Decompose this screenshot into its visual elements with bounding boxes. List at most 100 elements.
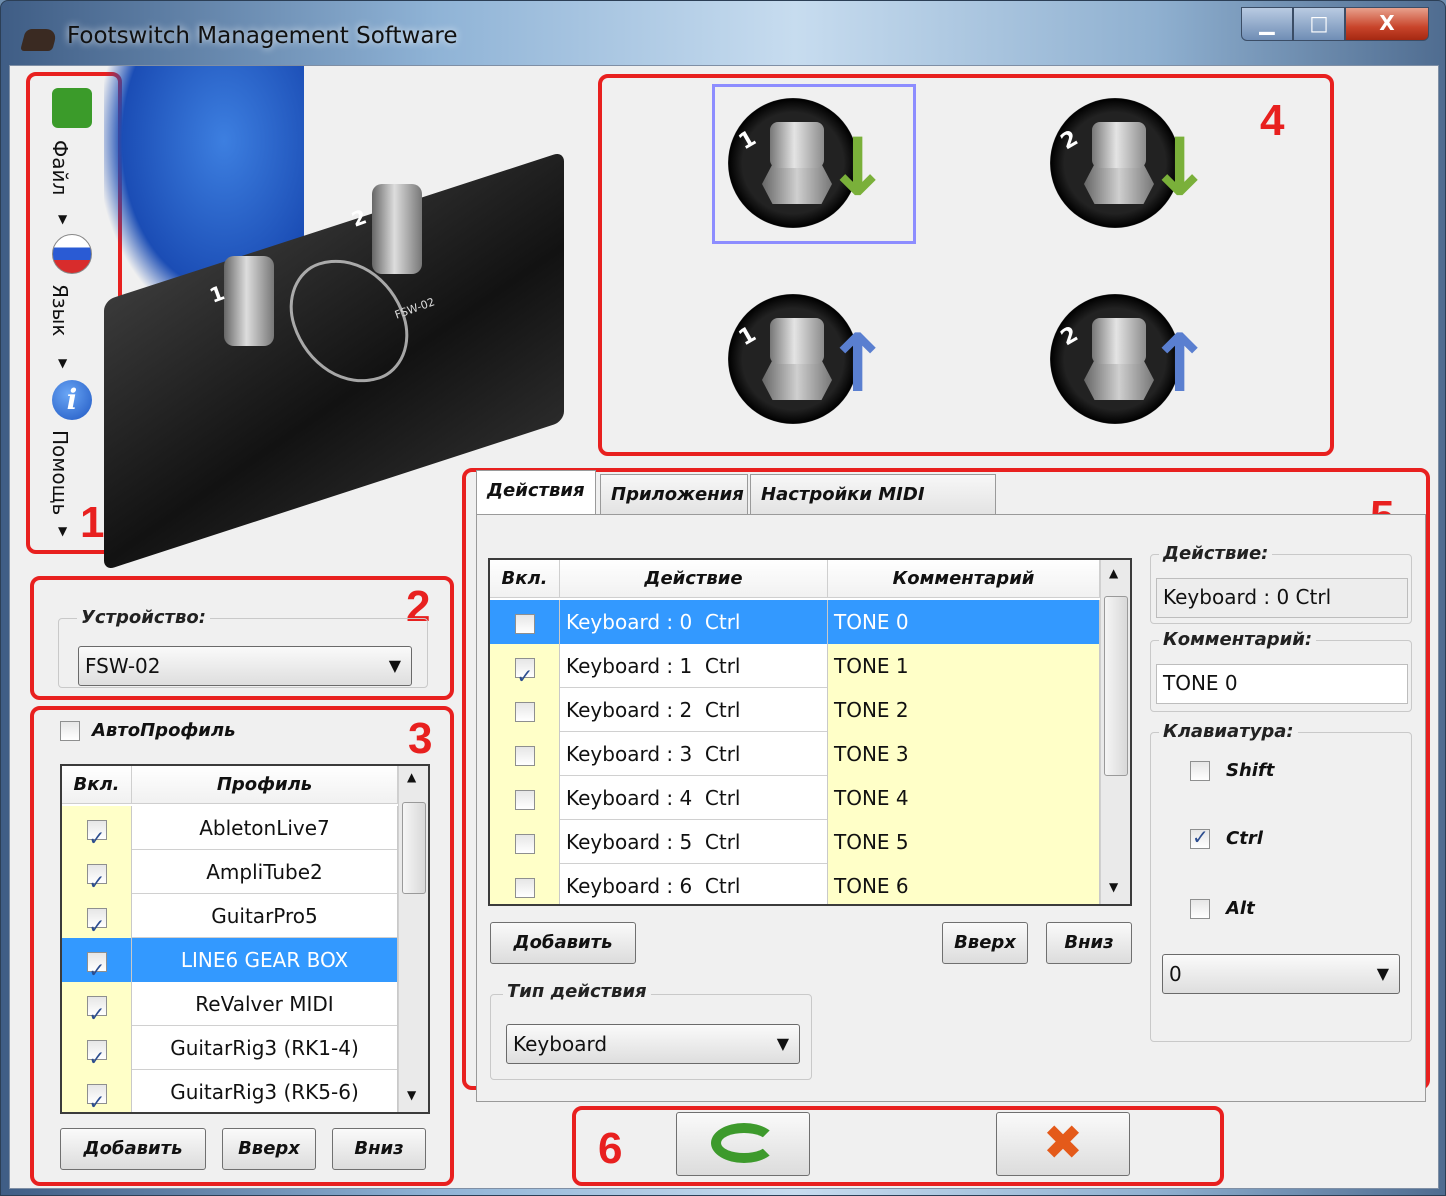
- scroll-down-icon[interactable]: ▼: [1109, 880, 1118, 894]
- profiles-down-button[interactable]: Вниз: [332, 1128, 426, 1170]
- pedal-cap: [770, 122, 824, 168]
- profile-enabled-checkbox[interactable]: [86, 1080, 107, 1112]
- maximize-button[interactable]: □: [1293, 7, 1345, 41]
- apply-arrow-icon: [711, 1123, 777, 1163]
- tab-applications[interactable]: Приложения: [600, 474, 748, 514]
- action-enabled-checkbox[interactable]: [514, 833, 535, 854]
- profiles-up-button[interactable]: Вверх: [222, 1128, 316, 1170]
- actions-scrollbar[interactable]: ▲ ▼: [1100, 560, 1130, 904]
- action-enabled-checkbox[interactable]: [514, 745, 535, 766]
- table-row[interactable]: Keyboard : 0 Ctrl TONE 0: [490, 600, 1100, 644]
- annotation-box-4: [598, 74, 1334, 456]
- close-button[interactable]: X: [1345, 7, 1429, 41]
- autoprofile-checkbox[interactable]: [60, 720, 80, 741]
- action-name-cell: Keyboard : 2 Ctrl: [560, 688, 828, 732]
- switch-1: [224, 256, 274, 346]
- pedal-nut: [1084, 164, 1154, 204]
- key-select[interactable]: 0 ▼: [1162, 954, 1400, 994]
- profile-enabled-checkbox[interactable]: [86, 904, 107, 938]
- table-row[interactable]: GuitarPro5: [62, 894, 398, 938]
- action-enabled-cell: [490, 600, 560, 644]
- arrow-up-icon: ↑: [1146, 317, 1214, 410]
- chevron-down-icon: ▼: [776, 1034, 789, 1053]
- tab-actions[interactable]: Действия: [476, 470, 596, 514]
- chevron-down-icon: ▼: [388, 656, 401, 675]
- profiles-scrollbar[interactable]: ▲ ▼: [398, 766, 428, 1112]
- table-row[interactable]: Keyboard : 4 Ctrl TONE 4: [490, 776, 1100, 820]
- actions-up-button[interactable]: Вверх: [942, 922, 1028, 964]
- ctrl-label: Ctrl: [1226, 828, 1263, 849]
- arrow-up-icon: ↑: [824, 317, 892, 410]
- key-select-value: 0: [1169, 962, 1182, 986]
- action-enabled-cell: [490, 864, 560, 904]
- pedal-2-up-button[interactable]: 2 ↑: [1050, 284, 1213, 434]
- autoprofile-row: АвтоПрофиль: [60, 720, 235, 741]
- pedal-1-up-button[interactable]: 1 ↑: [728, 284, 891, 434]
- table-row[interactable]: GuitarRig3 (RK1-4): [62, 1026, 398, 1070]
- action-enabled-cell: [490, 776, 560, 820]
- action-detail-field: Keyboard : 0 Ctrl: [1156, 578, 1408, 618]
- pedal-cap: [770, 318, 824, 364]
- device-select-value: FSW-02: [85, 654, 161, 678]
- cancel-button[interactable]: ✖: [996, 1112, 1130, 1176]
- apply-button[interactable]: [676, 1112, 810, 1176]
- pedal-1-down-button[interactable]: 1 ↓: [728, 88, 891, 238]
- profile-enabled-cell: [62, 982, 132, 1026]
- table-row[interactable]: Keyboard : 1 CtrlTONE 1: [490, 644, 1100, 688]
- scroll-up-icon[interactable]: ▲: [1109, 566, 1118, 580]
- profile-enabled-checkbox[interactable]: [86, 860, 107, 894]
- table-row[interactable]: GuitarRig3 (RK5-6): [62, 1070, 398, 1112]
- actions-header-comment: Комментарий: [828, 560, 1100, 598]
- actions-header-enabled: Вкл.: [490, 560, 560, 598]
- action-comment-cell: TONE 6: [828, 864, 1100, 904]
- app-window: Footswitch Management Software ▁ □ X Фай…: [0, 0, 1446, 1196]
- action-enabled-checkbox[interactable]: [514, 789, 535, 810]
- alt-checkbox[interactable]: [1190, 898, 1210, 919]
- scrollbar-thumb[interactable]: [402, 802, 426, 894]
- pedal-2-down-button[interactable]: 2 ↓: [1050, 88, 1213, 238]
- table-row[interactable]: AmpliTube2: [62, 850, 398, 894]
- ctrl-checkbox[interactable]: [1190, 825, 1210, 849]
- action-name-cell: Keyboard : 6 Ctrl: [560, 864, 828, 904]
- table-row[interactable]: Keyboard : 2 Ctrl TONE 2: [490, 688, 1100, 732]
- profile-enabled-checkbox[interactable]: [86, 1036, 107, 1070]
- actions-add-button[interactable]: Добавить: [490, 922, 636, 964]
- table-row[interactable]: ReValver MIDI: [62, 982, 398, 1026]
- profile-enabled-checkbox[interactable]: [86, 992, 107, 1026]
- pedal-cap: [1092, 122, 1146, 168]
- action-name-cell: Keyboard : 5 Ctrl: [560, 820, 828, 864]
- profiles-add-button[interactable]: Добавить: [60, 1128, 206, 1170]
- tab-bar: Действия Приложения Настройки MIDI порта: [476, 470, 1426, 545]
- action-comment-cell: TONE 1: [828, 644, 1100, 688]
- minimize-button[interactable]: ▁: [1241, 7, 1293, 41]
- title-bar: Footswitch Management Software ▁ □ X: [1, 1, 1445, 71]
- scroll-down-icon[interactable]: ▼: [407, 1088, 416, 1102]
- profile-name-cell: AbletonLive7: [132, 806, 398, 850]
- action-enabled-checkbox[interactable]: [514, 877, 535, 898]
- action-enabled-checkbox[interactable]: [514, 654, 535, 688]
- table-row[interactable]: Keyboard : 5 Ctrl TONE 5: [490, 820, 1100, 864]
- table-row[interactable]: AbletonLive7: [62, 806, 398, 850]
- profile-enabled-checkbox[interactable]: [86, 816, 107, 850]
- scrollbar-thumb[interactable]: [1104, 596, 1128, 776]
- profile-name-cell: GuitarRig3 (RK5-6): [132, 1070, 398, 1112]
- table-row[interactable]: LINE6 GEAR BOX: [62, 938, 398, 982]
- shift-checkbox[interactable]: [1190, 760, 1210, 781]
- profile-enabled-cell: [62, 938, 132, 982]
- device-select[interactable]: FSW-02 ▼: [78, 646, 412, 686]
- autoprofile-label: АвтоПрофиль: [92, 720, 236, 741]
- table-row[interactable]: Keyboard : 3 Ctrl TONE 3: [490, 732, 1100, 776]
- action-name-cell: Keyboard : 3 Ctrl: [560, 732, 828, 776]
- client-area: Файл ▼ Язык ▼ i Помощь ▼ 1 1 2 FSW-02 2 …: [9, 65, 1439, 1189]
- actions-down-button[interactable]: Вниз: [1046, 922, 1132, 964]
- action-enabled-checkbox[interactable]: [514, 701, 535, 722]
- table-row[interactable]: Keyboard : 6 Ctrl TONE 6: [490, 864, 1100, 904]
- profile-enabled-checkbox[interactable]: [86, 948, 107, 982]
- scroll-up-icon[interactable]: ▲: [407, 770, 416, 784]
- tab-midi-settings[interactable]: Настройки MIDI порта: [750, 474, 996, 545]
- comment-input[interactable]: TONE 0: [1156, 664, 1408, 704]
- action-enabled-checkbox[interactable]: [514, 613, 535, 634]
- profile-name-cell: GuitarRig3 (RK1-4): [132, 1026, 398, 1070]
- action-type-select[interactable]: Keyboard ▼: [506, 1024, 800, 1064]
- profile-enabled-cell: [62, 894, 132, 938]
